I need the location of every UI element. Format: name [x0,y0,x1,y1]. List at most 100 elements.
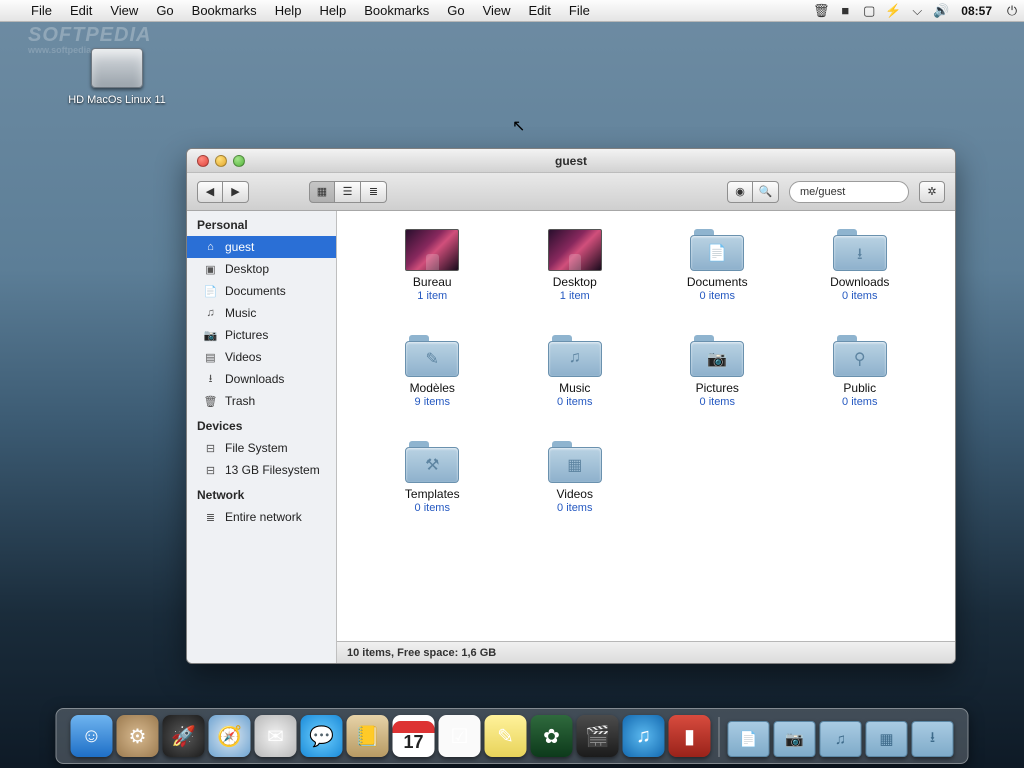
dock: ☺ ⚙ 🚀 🧭 ✉ 💬 📒 17 ☑ ✎ ✿ 🎬 ♫ ▮ 📄📷♫▦⭳ [56,708,969,764]
cursor-icon: ↖ [512,116,525,136]
dock-folder-3[interactable]: ▦ [866,721,908,757]
list-view-button[interactable]: ☰ [335,181,361,203]
sidebar-item-icon: ⌂ [203,240,218,254]
menu-view[interactable]: View [474,3,520,18]
dock-folder-0[interactable]: 📄 [728,721,770,757]
dock-finder-icon[interactable]: ☺ [71,715,113,757]
folder-icon: ▦ [548,441,602,483]
sidebar-header: Devices [187,412,336,437]
sidebar-item-label: Trash [225,394,255,408]
sidebar-item-icon: 📄 [203,284,218,298]
folder-videos[interactable]: ▦Videos0 items [505,441,645,541]
menu-file[interactable]: File [560,3,599,18]
folder-music[interactable]: ♫Music0 items [505,335,645,435]
sidebar-item-label: Entire network [225,510,302,524]
sidebar-item-file-system[interactable]: ⊟File System [187,437,336,459]
dock-music-icon[interactable]: ♫ [623,715,665,757]
sidebar-item-guest[interactable]: ⌂ guest [187,236,336,258]
toggle-location-button[interactable]: ◉ [727,181,753,203]
folder-downloads[interactable]: ⭳Downloads0 items [790,229,930,329]
sidebar-item-desktop[interactable]: ▣Desktop [187,258,336,280]
sidebar-item-downloads[interactable]: ⭳ Downloads [187,368,336,390]
sidebar-item-13-gb-filesystem[interactable]: ⊟13 GB Filesystem [187,459,336,481]
dock-app-icon[interactable]: ▮ [669,715,711,757]
dock-browser-icon[interactable]: 🧭 [209,715,251,757]
dock-movies-icon[interactable]: 🎬 [577,715,619,757]
wifi-menuextra-icon[interactable]: ⌵ [905,3,929,19]
folder-pictures[interactable]: 📷Pictures0 items [647,335,787,435]
settings-button[interactable]: ✲ [919,181,945,203]
sidebar-item-trash[interactable]: 🗑Trash [187,390,336,412]
sidebar-item-documents[interactable]: 📄Documents [187,280,336,302]
trash-menuextra-icon[interactable]: 🗑 [809,3,833,19]
folder-meta: 0 items [647,396,787,408]
sidebar-item-music[interactable]: ♫Music [187,302,336,324]
menu-bookmarks[interactable]: Bookmarks [355,3,438,18]
path-field[interactable]: me/guest [789,181,909,203]
view-buttons: ▦ ☰ ≣ [309,181,387,203]
folder-bureau[interactable]: Bureau1 item [362,229,502,329]
folder-modèles[interactable]: ✎Modèles9 items [362,335,502,435]
icon-view-button[interactable]: ▦ [309,181,335,203]
sidebar-item-icon: ▤ [203,350,218,364]
window-titlebar[interactable]: guest [187,149,955,173]
dock-system-icon[interactable]: ⚙ [117,715,159,757]
folder-meta: 1 item [505,290,645,302]
menu-edit[interactable]: Edit [61,3,101,18]
dock-calendar-icon[interactable]: 17 [393,715,435,757]
power-menuextra-icon[interactable]: ⚡ [881,3,905,19]
path-buttons: ◉ 🔍 [727,181,779,203]
folder-meta: 0 items [362,502,502,514]
back-button[interactable]: ◀ [197,181,223,203]
sidebar-item-icon: ▣ [203,262,218,276]
folder-name: Desktop [505,275,645,289]
folder-desktop[interactable]: Desktop1 item [505,229,645,329]
calendar-day: 17 [403,733,423,751]
dock-mail-icon[interactable]: ✉ [255,715,297,757]
compact-view-button[interactable]: ≣ [361,181,387,203]
dock-reminders-icon[interactable]: ☑ [439,715,481,757]
folder-templates[interactable]: ⚒Templates0 items [362,441,502,541]
content-pane: Bureau1 itemDesktop1 item📄Documents0 ite… [337,211,955,663]
sidebar-item-label: Pictures [225,328,268,342]
menu-help[interactable]: Help [310,3,355,18]
display1-menuextra-icon[interactable]: ■ [833,3,857,18]
sidebar-item-pictures[interactable]: 📷Pictures [187,324,336,346]
sidebar-item-entire-network[interactable]: ≣ Entire network [187,506,336,528]
dock-contacts-icon[interactable]: 📒 [347,715,389,757]
desktop-hd-icon[interactable]: HD MacOs Linux 11 [62,48,172,106]
folder-icon: 📷 [690,335,744,377]
path-field-value: me/guest [800,186,845,198]
display2-menuextra-icon[interactable]: ▢ [857,3,881,19]
sidebar-item-label: guest [225,240,254,254]
folder-public[interactable]: ⚲Public0 items [790,335,930,435]
dock-launchpad-icon[interactable]: 🚀 [163,715,205,757]
search-toggle-button[interactable]: 🔍 [753,181,779,203]
dock-folder-1[interactable]: 📷 [774,721,816,757]
session-menuextra-icon[interactable]: ⏻ [1000,3,1024,19]
menu-view[interactable]: View [101,3,147,18]
dock-notes-icon[interactable]: ✎ [485,715,527,757]
dock-folder-2[interactable]: ♫ [820,721,862,757]
folder-documents[interactable]: 📄Documents0 items [647,229,787,329]
sidebar-item-icon: ≣ [203,510,218,524]
folder-icon: 📄 [690,229,744,271]
icon-grid[interactable]: Bureau1 itemDesktop1 item📄Documents0 ite… [337,211,955,641]
menu-go[interactable]: Go [147,3,182,18]
dock-photos-icon[interactable]: ✿ [531,715,573,757]
menu-file[interactable]: File [22,3,61,18]
dock-messages-icon[interactable]: 💬 [301,715,343,757]
forward-button[interactable]: ▶ [223,181,249,203]
menu-go[interactable]: Go [438,3,473,18]
menu-bookmarks[interactable]: Bookmarks [183,3,266,18]
sidebar-item-videos[interactable]: ▤Videos [187,346,336,368]
volume-menuextra-icon[interactable]: 🔊 [929,3,953,19]
sidebar-item-icon: ⭳ [203,372,218,386]
menu-help[interactable]: Help [266,3,311,18]
menubar-clock[interactable]: 08:57 [953,4,1000,18]
folder-meta: 0 items [790,396,930,408]
dock-folder-4[interactable]: ⭳ [912,721,954,757]
sidebar-item-label: Downloads [225,372,284,386]
folder-name: Public [790,381,930,395]
menu-edit[interactable]: Edit [520,3,560,18]
